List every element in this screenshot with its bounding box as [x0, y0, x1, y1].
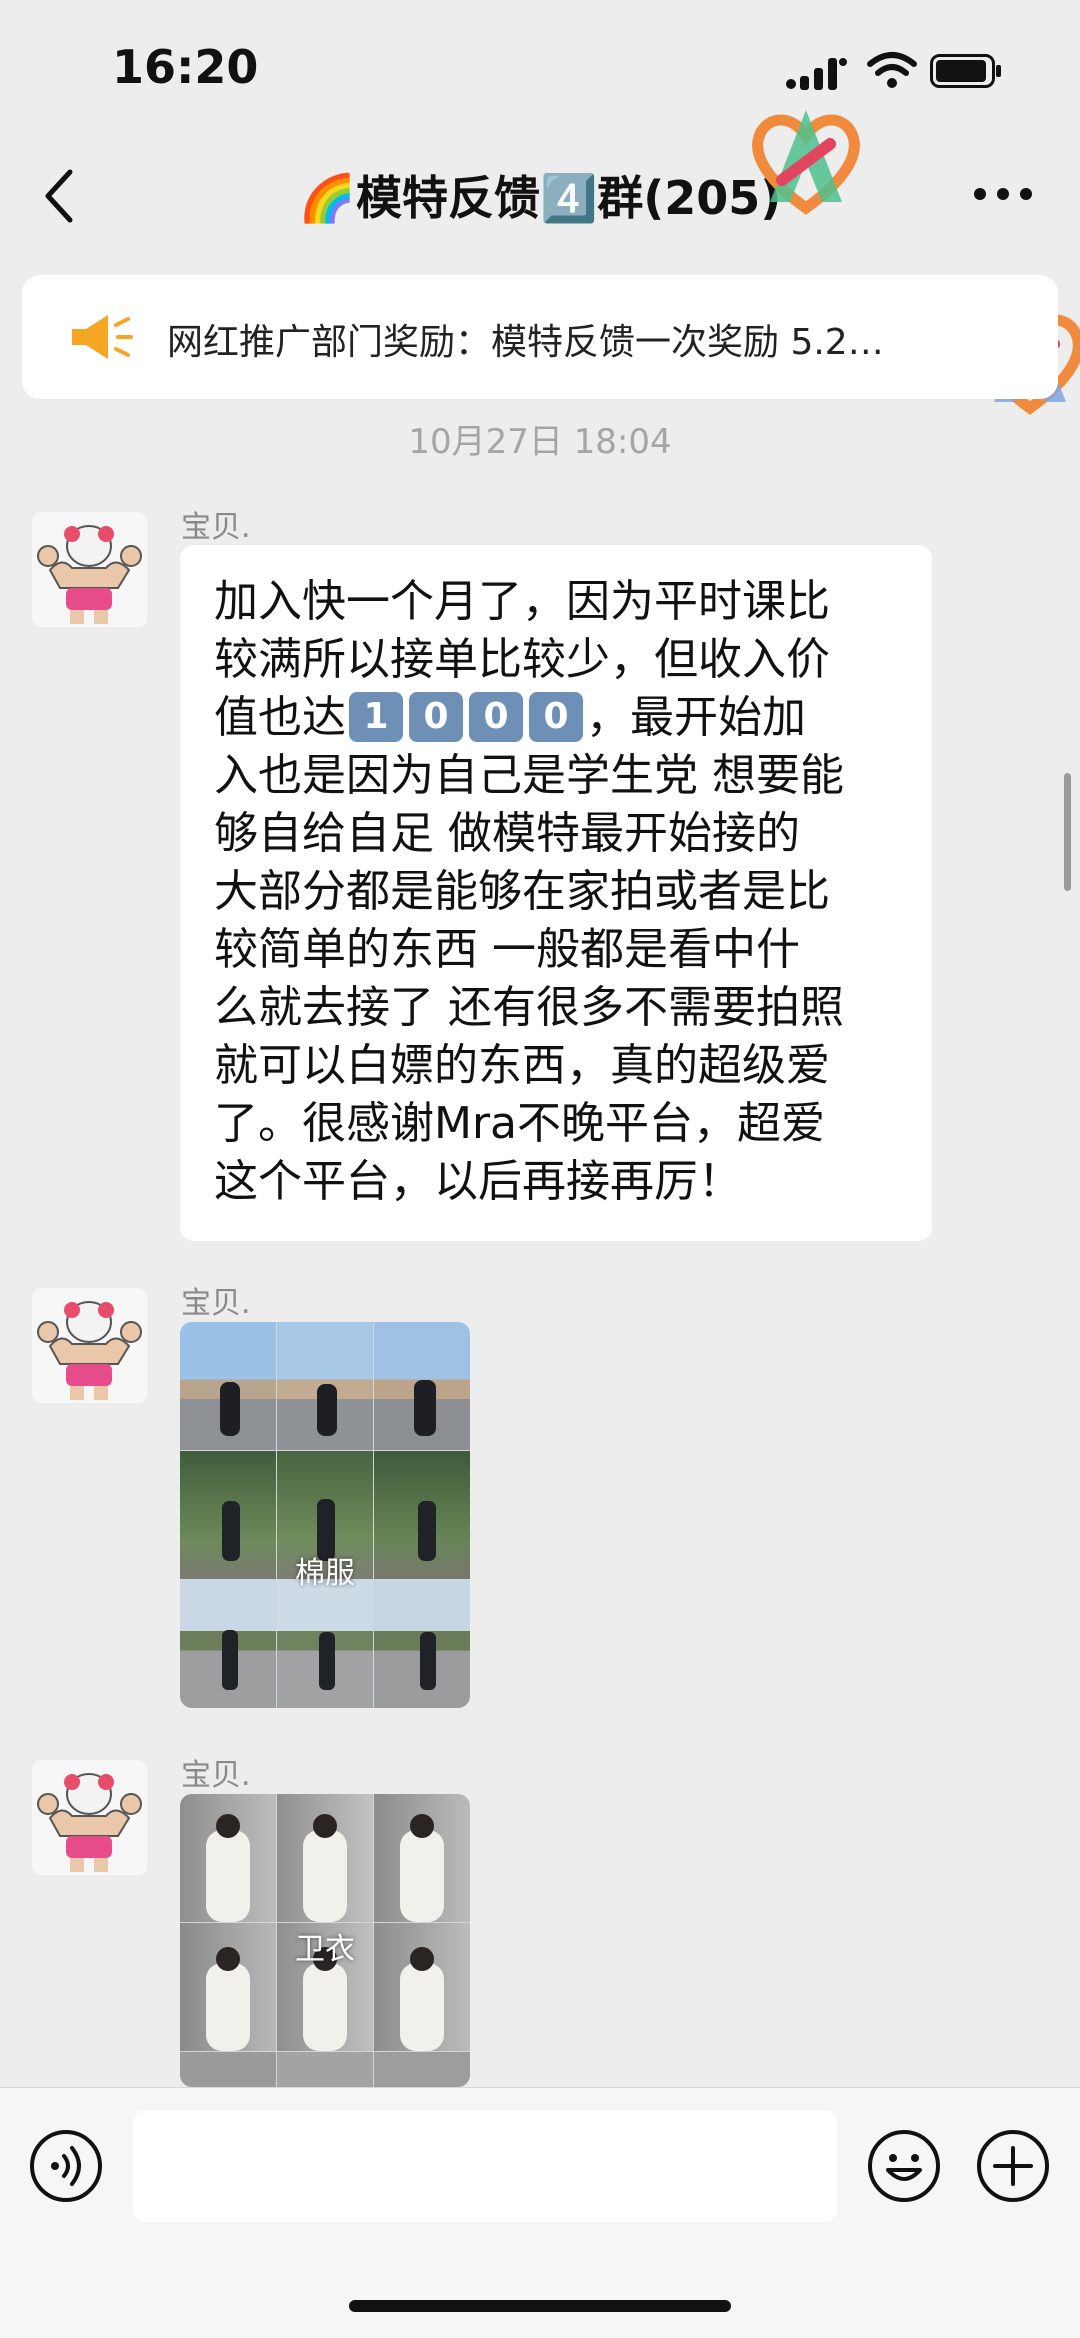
message-line: 了。很感谢Mra不晚平台，超爱: [214, 1098, 826, 1149]
group-notice-banner[interactable]: 网红推广部门奖励：模特反馈一次奖励 5.2…: [22, 275, 1058, 399]
message-line: 入也是因为自己是学生党 想要能: [214, 750, 844, 801]
message-line: 就可以白嫖的东西，真的超级爱: [214, 1040, 830, 1091]
photo-thumbnail: [277, 2052, 373, 2087]
message-line: 够自给自足 做模特最开始接的: [214, 808, 800, 859]
photo-thumbnail: [374, 1580, 470, 1708]
avatar[interactable]: [32, 512, 147, 627]
sender-name: 宝贝.: [181, 1286, 251, 1321]
cellular-signal-icon: [786, 58, 847, 90]
keycap-digit: 1: [349, 692, 403, 742]
message-line: 这个平台，以后再接再厉！: [214, 1156, 742, 1207]
emoji-icon[interactable]: [866, 2128, 942, 2204]
status-time: 16:20: [112, 40, 259, 94]
heart-logo-icon: [752, 110, 860, 215]
chat-title[interactable]: 🌈模特反馈4️⃣群(205): [0, 162, 1080, 228]
photo-thumbnail: [180, 2052, 276, 2087]
notice-text: 网红推广部门奖励：模特反馈一次奖励 5.2…: [167, 322, 884, 363]
photo-thumbnail: [374, 1794, 470, 1922]
message-line: 较满所以接单比较少，但收入价: [214, 634, 830, 685]
status-bar: 16:20: [0, 0, 1080, 130]
photo-thumbnail: [277, 1580, 373, 1708]
keycap-digit: 0: [469, 692, 523, 742]
chat-header: 🌈模特反馈4️⃣群(205): [0, 140, 1080, 250]
home-indicator: [349, 2300, 731, 2312]
photo-thumbnail: [374, 1322, 470, 1450]
message-timestamp: 10月27日 18:04: [408, 422, 672, 462]
photo-thumbnail: [180, 1580, 276, 1708]
scrollbar-thumb[interactable]: [1064, 773, 1071, 891]
text-message-bubble[interactable]: 加入快一个月了，因为平时课比 较满所以接单比较少，但收入价 值也达 1 0 0 0 ，最开…: [180, 545, 932, 1241]
image-caption: 棉服: [295, 1556, 355, 1591]
message-line-with-keycaps: 值也达 1 0 0 0 ，最开始加: [214, 689, 904, 747]
message-text-field[interactable]: [133, 2110, 837, 2222]
wifi-icon: [867, 52, 917, 88]
message-line: 加入快一个月了，因为平时课比: [214, 576, 830, 627]
muscle-cartoon-icon: [37, 1301, 142, 1400]
muscle-cartoon-icon: [37, 525, 142, 624]
photo-thumbnail: [180, 1322, 276, 1450]
photo-thumbnail: [277, 1322, 373, 1450]
message-line: 么就去接了 还有很多不需要拍照: [214, 982, 844, 1033]
message-input-bar: [0, 2087, 1080, 2338]
message-line: 大部分都是能够在家拍或者是比: [214, 866, 830, 917]
avatar[interactable]: [32, 1760, 147, 1875]
photo-thumbnail: [277, 1794, 373, 1922]
megaphone-icon: [72, 315, 133, 359]
image-caption: 卫衣: [295, 1932, 355, 1967]
muscle-cartoon-icon: [37, 1773, 142, 1872]
image-message-grid[interactable]: 卫衣: [180, 1794, 470, 2087]
photo-thumbnail: [180, 1794, 276, 1922]
message-text: ，最开始加: [586, 692, 806, 743]
message-line: 较简单的东西 一般都是看中什: [214, 924, 800, 975]
plus-icon[interactable]: [975, 2128, 1051, 2204]
battery-icon: [930, 54, 1001, 88]
message-text: 值也达: [214, 692, 346, 743]
keycap-digit: 0: [409, 692, 463, 742]
keycap-digit: 0: [529, 692, 583, 742]
photo-thumbnail: [374, 2052, 470, 2087]
sender-name: 宝贝.: [181, 510, 251, 545]
image-message-grid[interactable]: 棉服: [180, 1322, 470, 1708]
voice-icon[interactable]: [28, 2128, 104, 2204]
more-dots-icon[interactable]: [972, 184, 1034, 204]
sender-name: 宝贝.: [181, 1758, 251, 1793]
avatar[interactable]: [32, 1288, 147, 1403]
